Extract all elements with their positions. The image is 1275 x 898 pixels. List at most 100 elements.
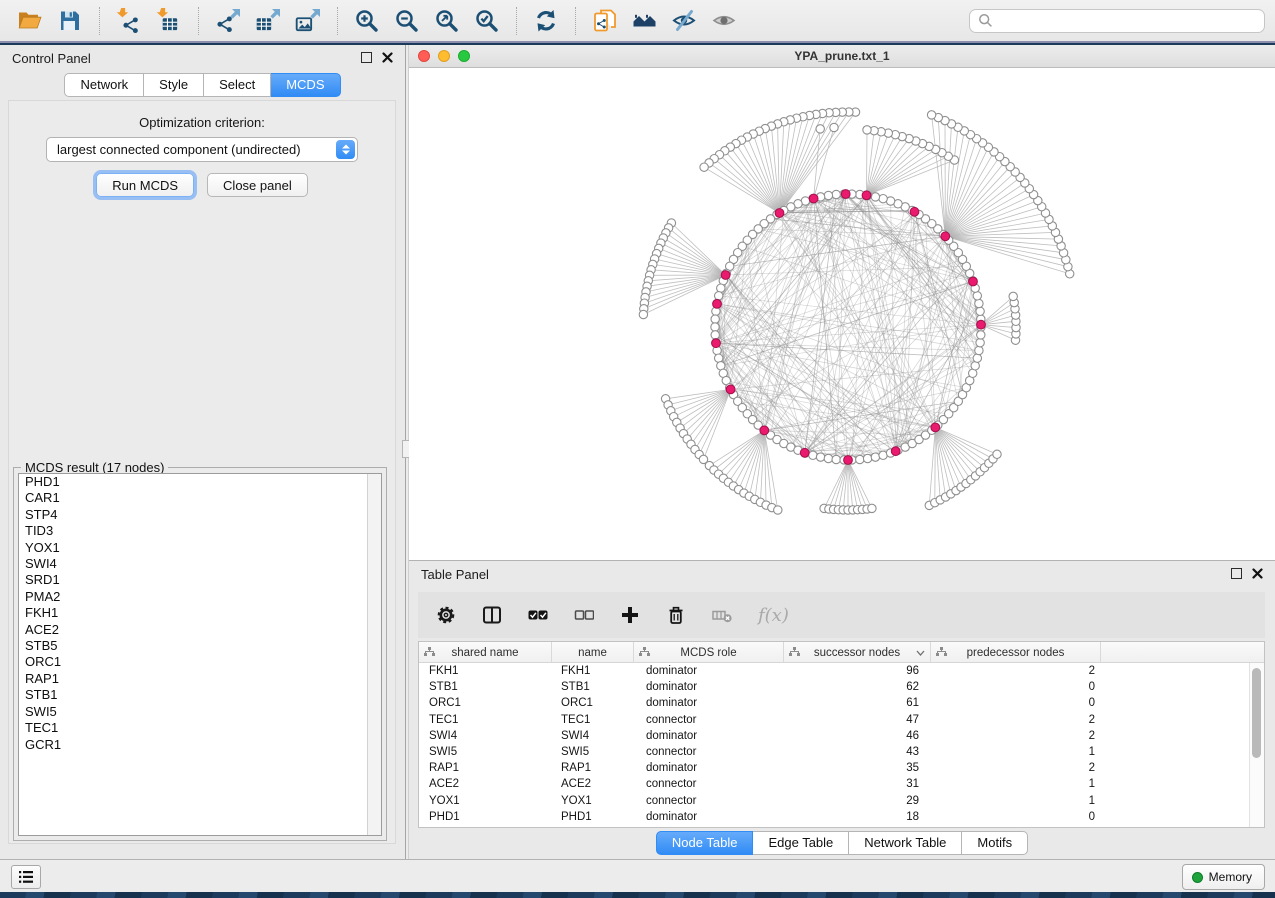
- show-all-button[interactable]: [708, 5, 742, 37]
- export-network-button[interactable]: [211, 5, 245, 37]
- mcds-result-item[interactable]: SWI4: [19, 556, 381, 572]
- graph-node[interactable]: [711, 315, 719, 323]
- search-input[interactable]: [999, 12, 1256, 29]
- column-header-MCDS-role[interactable]: MCDS role: [634, 642, 784, 663]
- import-table-button[interactable]: [152, 5, 186, 37]
- add-column-button[interactable]: [620, 605, 640, 625]
- gear-button[interactable]: [436, 605, 456, 625]
- table-row[interactable]: PHD1PHD1dominator180: [419, 809, 1264, 825]
- table-tab-network-table[interactable]: Network Table: [849, 831, 962, 855]
- column-header-shared-name[interactable]: shared name: [419, 642, 552, 663]
- graph-node[interactable]: [975, 346, 983, 354]
- graph-dominator-node[interactable]: [862, 191, 871, 200]
- close-window-icon[interactable]: [418, 50, 430, 62]
- mcds-result-item[interactable]: FKH1: [19, 605, 381, 621]
- graph-node[interactable]: [824, 454, 832, 462]
- graph-node[interactable]: [975, 299, 983, 307]
- function-button[interactable]: f(x): [758, 605, 789, 626]
- graph-node[interactable]: [711, 331, 719, 339]
- graph-node[interactable]: [856, 455, 864, 463]
- mcds-result-item[interactable]: STB1: [19, 687, 381, 703]
- mcds-result-item[interactable]: GCR1: [19, 737, 381, 753]
- minimize-window-icon[interactable]: [438, 50, 450, 62]
- graph-node[interactable]: [832, 455, 840, 463]
- graph-node[interactable]: [976, 339, 984, 347]
- hide-selected-button[interactable]: [668, 5, 702, 37]
- graph-dominator-node[interactable]: [910, 207, 919, 216]
- graph-dominator-node[interactable]: [809, 194, 818, 203]
- mcds-result-item[interactable]: SWI5: [19, 704, 381, 720]
- maximize-window-icon[interactable]: [458, 50, 470, 62]
- graph-node[interactable]: [1009, 292, 1017, 300]
- result-list-scrollbar[interactable]: [367, 474, 381, 835]
- graph-node[interactable]: [863, 454, 871, 462]
- export-table-button[interactable]: [251, 5, 285, 37]
- close-table-panel-icon[interactable]: [1252, 568, 1263, 579]
- deselect-all-button[interactable]: [574, 605, 594, 625]
- graph-dominator-node[interactable]: [721, 271, 730, 280]
- mcds-result-item[interactable]: RAP1: [19, 671, 381, 687]
- mcds-result-item[interactable]: STP4: [19, 507, 381, 523]
- column-header-name[interactable]: name: [552, 642, 634, 663]
- graph-node[interactable]: [700, 163, 708, 171]
- float-table-panel-icon[interactable]: [1231, 568, 1242, 579]
- column-header-predecessor-nodes[interactable]: predecessor nodes: [931, 642, 1101, 663]
- graph-node[interactable]: [832, 190, 840, 198]
- graph-node[interactable]: [774, 506, 782, 514]
- zoom-out-button[interactable]: [390, 5, 424, 37]
- table-row[interactable]: FKH1FKH1dominator962: [419, 663, 1264, 679]
- table-row[interactable]: YOX1YOX1connector291: [419, 793, 1264, 809]
- graph-node[interactable]: [816, 125, 824, 133]
- graph-node[interactable]: [809, 451, 817, 459]
- mcds-result-item[interactable]: SRD1: [19, 572, 381, 588]
- save-session-button[interactable]: [53, 5, 87, 37]
- graph-dominator-node[interactable]: [969, 277, 978, 286]
- graph-node[interactable]: [715, 292, 723, 300]
- network-graph[interactable]: [409, 68, 1275, 560]
- graph-node[interactable]: [868, 504, 876, 512]
- tab-network[interactable]: Network: [64, 73, 144, 97]
- export-image-button[interactable]: [291, 5, 325, 37]
- mcds-result-item[interactable]: TEC1: [19, 720, 381, 736]
- graph-dominator-node[interactable]: [800, 448, 809, 457]
- mcds-result-item[interactable]: CAR1: [19, 490, 381, 506]
- graph-node[interactable]: [973, 354, 981, 362]
- table-scrollbar[interactable]: [1249, 663, 1264, 827]
- graph-node[interactable]: [871, 193, 879, 201]
- graph-node[interactable]: [863, 126, 871, 134]
- graph-dominator-node[interactable]: [841, 190, 850, 199]
- graph-dominator-node[interactable]: [941, 232, 950, 241]
- graph-dominator-node[interactable]: [712, 339, 721, 348]
- network-window-titlebar[interactable]: YPA_prune.txt_1: [409, 45, 1275, 68]
- zoom-selected-button[interactable]: [470, 5, 504, 37]
- graph-node[interactable]: [830, 123, 838, 131]
- graph-node[interactable]: [976, 307, 984, 315]
- memory-button[interactable]: Memory: [1182, 864, 1265, 890]
- tab-select[interactable]: Select: [204, 73, 271, 97]
- mcds-result-item[interactable]: YOX1: [19, 540, 381, 556]
- graph-node[interactable]: [871, 453, 879, 461]
- criterion-select[interactable]: largest connected component (undirected): [46, 137, 358, 162]
- table-tab-motifs[interactable]: Motifs: [962, 831, 1028, 855]
- graph-dominator-node[interactable]: [977, 320, 986, 329]
- mcds-result-item[interactable]: STB5: [19, 638, 381, 654]
- graph-node[interactable]: [993, 450, 1001, 458]
- graph-dominator-node[interactable]: [713, 300, 722, 309]
- mcds-result-item[interactable]: TID3: [19, 523, 381, 539]
- table-row[interactable]: STB1STB1dominator620: [419, 679, 1264, 695]
- zoom-fit-button[interactable]: [430, 5, 464, 37]
- clone-network-button[interactable]: [588, 5, 622, 37]
- graph-node[interactable]: [927, 111, 935, 119]
- mcds-result-item[interactable]: PHD1: [19, 474, 381, 490]
- close-panel-icon[interactable]: [382, 52, 393, 63]
- close-panel-button[interactable]: Close panel: [207, 173, 308, 197]
- graph-node[interactable]: [711, 323, 719, 331]
- split-columns-button[interactable]: [482, 605, 502, 625]
- graph-node[interactable]: [879, 195, 887, 203]
- table-row[interactable]: TEC1TEC1connector472: [419, 712, 1264, 728]
- table-row[interactable]: ORC1ORC1dominator610: [419, 695, 1264, 711]
- mcds-result-item[interactable]: ACE2: [19, 622, 381, 638]
- first-neighbors-button[interactable]: [628, 5, 662, 37]
- table-tab-edge-table[interactable]: Edge Table: [753, 831, 849, 855]
- mcds-result-item[interactable]: ORC1: [19, 654, 381, 670]
